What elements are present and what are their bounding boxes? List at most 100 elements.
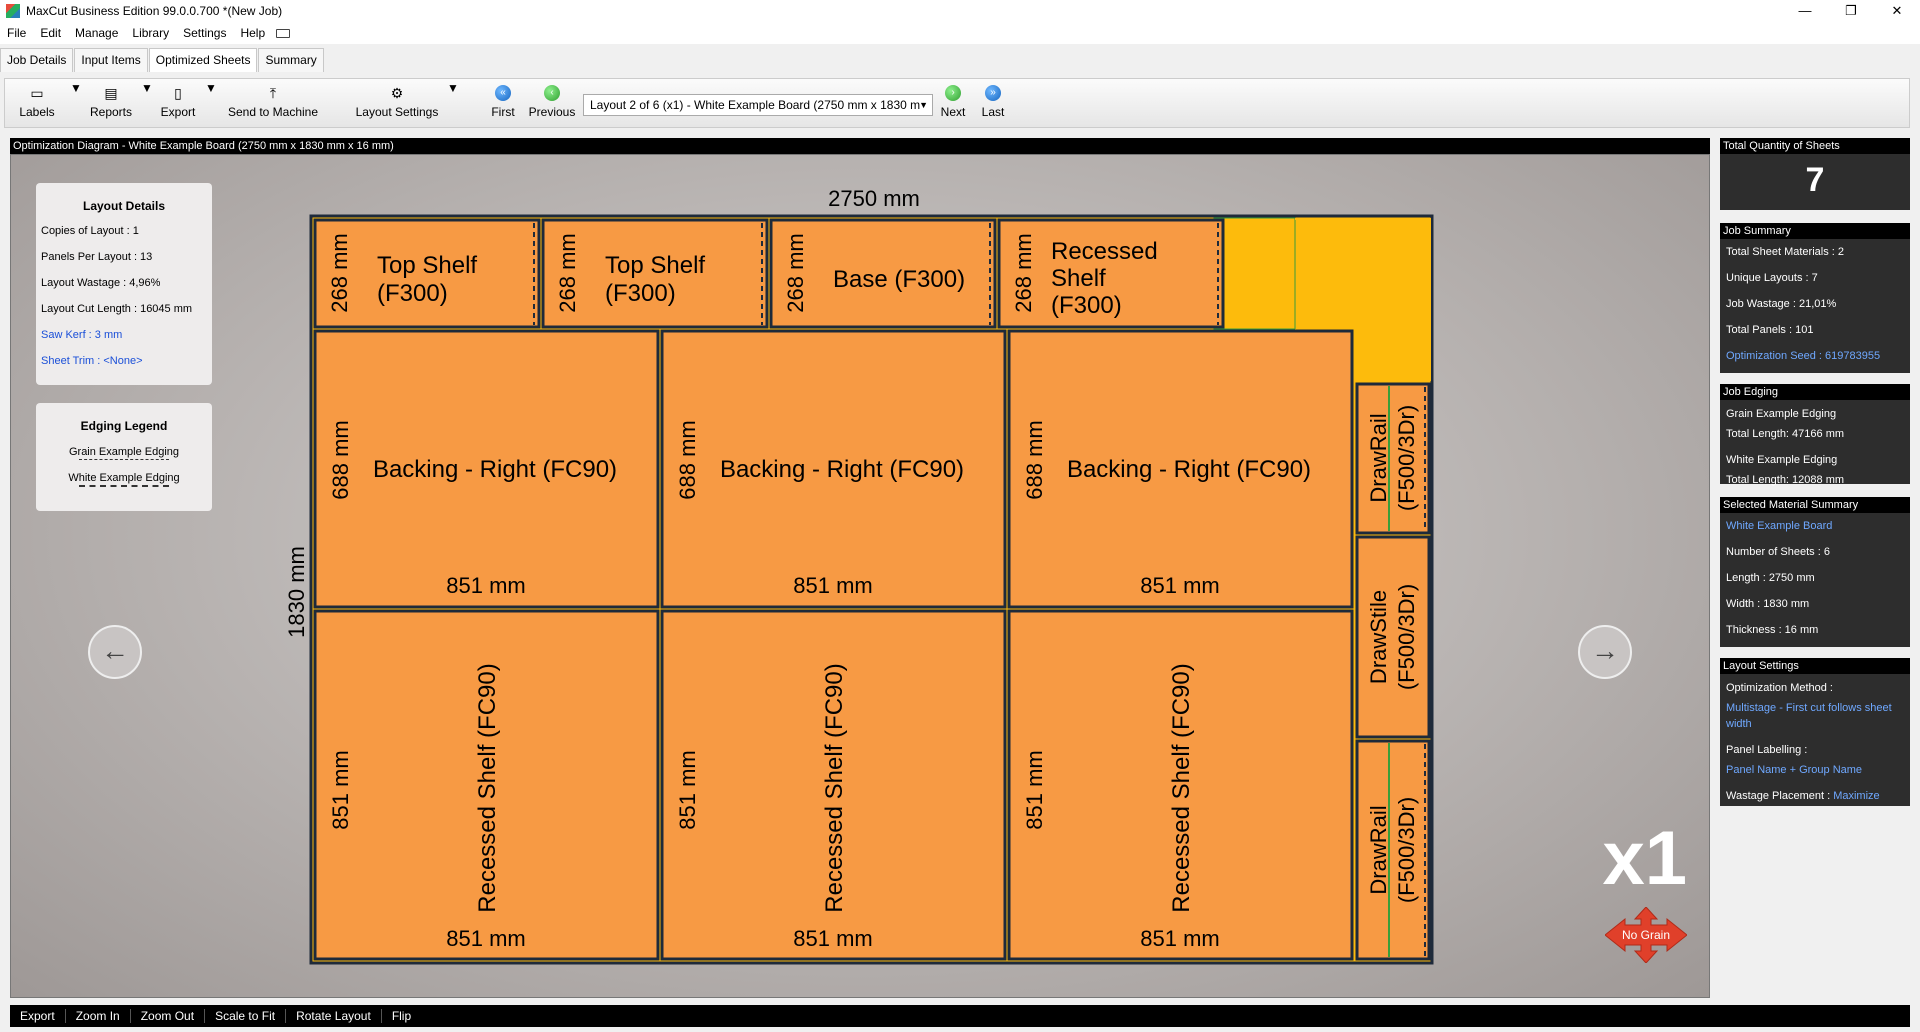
panel-recessed-shelf-3: 851 mm Recessed Shelf (FC90) 851 mm [1007, 609, 1354, 961]
job-summary-panel: Job Summary Total Sheet Materials : 2 Un… [1720, 223, 1910, 373]
previous-icon: ‹ [544, 85, 560, 101]
maximize-button[interactable]: ❐ [1828, 0, 1874, 22]
backing-1-name: Backing - Right (FC90) [373, 456, 617, 483]
grain-edging-name: Grain Example Edging [1726, 408, 1837, 420]
menu-library[interactable]: Library [125, 26, 176, 40]
keyboard-icon[interactable] [276, 28, 291, 38]
backing-3-width: 851 mm [1140, 573, 1219, 598]
panel-recessed-shelf-1: 851 mm Recessed Shelf (FC90) 851 mm [313, 609, 660, 961]
rotate-layout-button[interactable]: Rotate Layout [286, 1009, 382, 1023]
labels-label: Labels [19, 105, 55, 119]
material-name-link[interactable]: White Example Board [1720, 513, 1910, 539]
panel-backing-2: 688 mm Backing - Right (FC90) 851 mm [660, 329, 1007, 609]
reports-dropdown-icon[interactable]: ▼ [141, 81, 153, 95]
panel-labelling-value[interactable]: Panel Name + Group Name [1720, 760, 1910, 780]
top-shelf-1-group: (F300) [377, 280, 448, 307]
no-grain-label: No Grain [1622, 928, 1670, 942]
toolbar: ▭ Labels ▼ ▤ Reports ▼ ▯ Export ▼ ⤒ Send… [4, 78, 1910, 128]
layout-settings-button[interactable]: ⚙ Layout Settings [351, 81, 443, 119]
sheet-length-dim: 2750 mm [828, 186, 920, 211]
next-button[interactable]: › Next [935, 81, 971, 119]
chevron-down-icon: ▼ [919, 100, 928, 110]
diagram-title: Optimization Diagram - White Example Boa… [10, 138, 1710, 154]
minimize-button[interactable]: — [1782, 0, 1828, 22]
first-icon: « [495, 85, 511, 101]
close-button[interactable]: ✕ [1874, 0, 1920, 22]
menu-edit[interactable]: Edit [33, 26, 68, 40]
top-shelf-2-group: (F300) [605, 280, 676, 307]
layout-settings-label: Layout Settings [355, 105, 439, 119]
waste-row1 [1225, 220, 1295, 327]
layout-select[interactable]: Layout 2 of 6 (x1) - White Example Board… [583, 94, 933, 116]
next-label: Next [940, 105, 966, 119]
copies-badge: x1 [1602, 816, 1687, 901]
total-panels: Total Panels : 101 [1726, 324, 1814, 336]
send-to-machine-button[interactable]: ⤒ Send to Machine [221, 81, 325, 119]
previous-button[interactable]: ‹ Previous [527, 81, 577, 119]
backing-3-name: Backing - Right (FC90) [1067, 456, 1311, 483]
first-label: First [491, 105, 515, 119]
send-to-machine-label: Send to Machine [227, 105, 319, 119]
backing-2-height: 688 mm [675, 420, 700, 499]
tab-optimized-sheets[interactable]: Optimized Sheets [148, 48, 258, 72]
recessed-f300-line3: (F300) [1051, 292, 1122, 319]
menu-help[interactable]: Help [233, 26, 272, 40]
drawrail-1-line1: DrawRail [1366, 413, 1391, 502]
base-height: 268 mm [783, 233, 808, 312]
export-button[interactable]: ▯ Export [155, 81, 201, 119]
top-shelf-1-height: 268 mm [327, 233, 352, 312]
export-icon: ▯ [174, 85, 182, 101]
export-label: Export [160, 105, 196, 119]
top-shelf-1-name: Top Shelf [377, 252, 477, 279]
panel-drawrail-1: DrawRail (F500/3Dr) [1355, 382, 1431, 535]
number-of-sheets: Number of Sheets : 6 [1726, 546, 1830, 558]
labels-button[interactable]: ▭ Labels [19, 81, 55, 119]
main-tabs: Job Details Input Items Optimized Sheets… [0, 48, 325, 72]
optimization-seed-link[interactable]: Optimization Seed : 619783955 [1720, 343, 1910, 369]
tab-job-details[interactable]: Job Details [0, 48, 74, 72]
drawrail-1-line2: (F500/3Dr) [1394, 405, 1419, 511]
zoom-in-button[interactable]: Zoom In [66, 1009, 131, 1023]
last-icon: » [985, 85, 1001, 101]
layout-settings-dropdown-icon[interactable]: ▼ [447, 81, 459, 95]
labels-dropdown-icon[interactable]: ▼ [70, 81, 82, 95]
first-button[interactable]: « First [487, 81, 519, 119]
recessed-1-height: 851 mm [328, 750, 353, 829]
labels-icon: ▭ [30, 85, 44, 101]
recessed-2-name: Recessed Shelf (FC90) [821, 663, 848, 912]
bottom-export-button[interactable]: Export [10, 1009, 66, 1023]
top-shelf-2-height: 268 mm [555, 233, 580, 312]
recessed-f300-line2: Shelf [1051, 265, 1106, 292]
menu-bar: File Edit Manage Library Settings Help [0, 22, 1920, 44]
menu-file[interactable]: File [0, 26, 33, 40]
tab-input-items[interactable]: Input Items [74, 48, 148, 72]
last-button[interactable]: » Last [977, 81, 1009, 119]
send-to-machine-icon: ⤒ [269, 85, 277, 101]
total-quantity-panel: Total Quantity of Sheets 7 [1720, 138, 1910, 210]
panel-drawstile: DrawStile (F500/3Dr) [1355, 535, 1431, 739]
recessed-3-name: Recessed Shelf (FC90) [1168, 663, 1195, 912]
optimization-diagram[interactable]: Layout Details Copies of Layout : 1 Pane… [10, 154, 1710, 998]
selected-material-panel: Selected Material Summary White Example … [1720, 497, 1910, 647]
flip-button[interactable]: Flip [382, 1009, 421, 1023]
base-name: Base (F300) [833, 266, 965, 293]
white-edging-name: White Example Edging [1726, 454, 1838, 466]
wastage-placement-value[interactable]: Maximize [1833, 790, 1879, 802]
export-dropdown-icon[interactable]: ▼ [205, 81, 217, 95]
backing-2-name: Backing - Right (FC90) [720, 456, 964, 483]
optimization-method-value[interactable]: Multistage - First cut follows sheet wid… [1720, 698, 1910, 734]
wastage-placement-row: Wastage Placement : Maximize [1720, 786, 1910, 806]
reports-button[interactable]: ▤ Reports [85, 81, 137, 119]
layout-settings-panel: Layout Settings Optimization Method : Mu… [1720, 658, 1910, 806]
menu-manage[interactable]: Manage [68, 26, 125, 40]
recessed-3-width: 851 mm [1140, 926, 1219, 951]
recessed-f300-line1: Recessed [1051, 238, 1158, 265]
panel-backing-1: 688 mm Backing - Right (FC90) 851 mm [313, 329, 660, 609]
zoom-out-button[interactable]: Zoom Out [131, 1009, 206, 1023]
tab-summary[interactable]: Summary [258, 48, 324, 72]
top-shelf-2-name: Top Shelf [605, 252, 705, 279]
menu-settings[interactable]: Settings [176, 26, 233, 40]
panel-labelling-label: Panel Labelling : [1726, 744, 1808, 756]
scale-to-fit-button[interactable]: Scale to Fit [205, 1009, 287, 1023]
backing-2-width: 851 mm [793, 573, 872, 598]
